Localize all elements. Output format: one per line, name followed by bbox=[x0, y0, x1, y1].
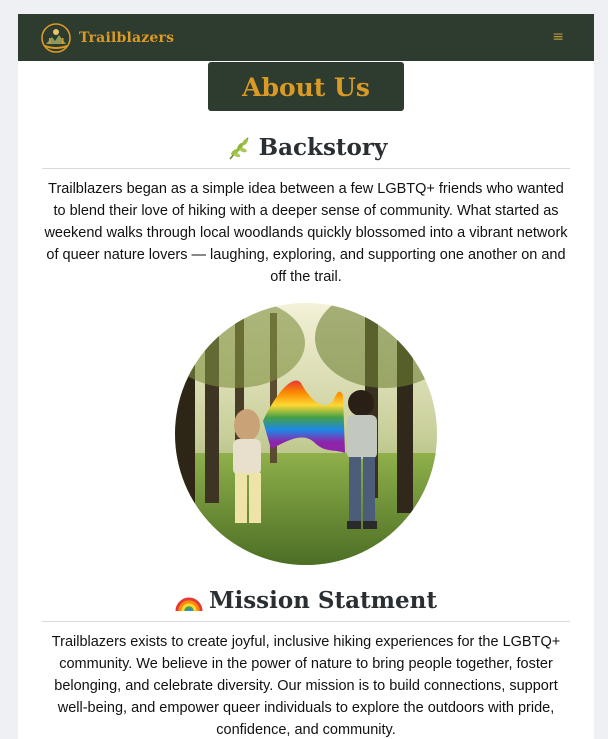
leaf-icon bbox=[225, 134, 253, 162]
navbar: Trailblazers ≡ bbox=[18, 14, 594, 61]
backstory-title: Backstory bbox=[18, 128, 594, 168]
pride-hikers-photo bbox=[175, 303, 437, 565]
logo-icon[interactable] bbox=[41, 22, 71, 53]
page-title: About Us bbox=[208, 62, 404, 111]
mission-text: Trailblazers exists to create joyful, in… bbox=[51, 634, 561, 738]
mission-title: Mission Statment bbox=[18, 581, 594, 621]
backstory-title-text: Backstory bbox=[258, 134, 388, 161]
page-frame: Trailblazers ≡ About Us Backstory Trailb… bbox=[18, 14, 594, 739]
backstory-text: Trailblazers began as a simple idea betw… bbox=[44, 181, 568, 285]
menu-icon[interactable]: ≡ bbox=[552, 28, 564, 46]
about-heading-wrap: About Us bbox=[18, 62, 594, 111]
rainbow-icon bbox=[175, 587, 203, 615]
brand-name[interactable]: Trailblazers bbox=[79, 30, 174, 46]
mission-title-text: Mission Statment bbox=[209, 587, 437, 614]
